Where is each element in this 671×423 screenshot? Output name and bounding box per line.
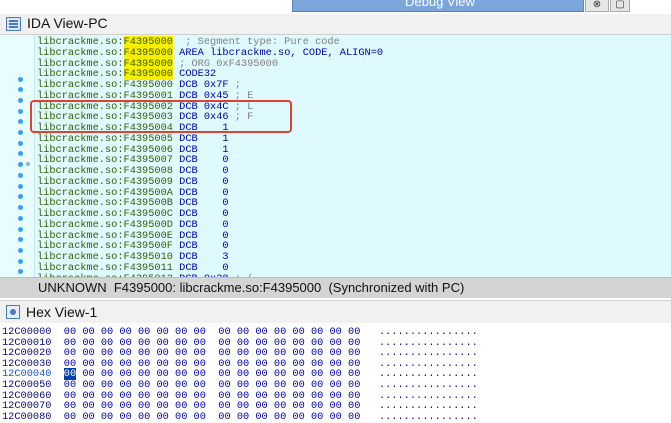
- breakpoint-dot-icon[interactable]: [18, 141, 23, 146]
- line-address: F4395000: [123, 46, 173, 59]
- breakpoint-dot-icon[interactable]: [18, 259, 23, 264]
- breakpoint-dot-icon[interactable]: [18, 184, 23, 189]
- status-text: UNKNOWN F4395000: libcrackme.so:F4395000…: [38, 280, 465, 295]
- breakpoint-dot-icon[interactable]: [18, 151, 23, 156]
- breakpoint-dot-icon[interactable]: [18, 216, 23, 221]
- close-icon[interactable]: ⊗: [585, 0, 609, 12]
- hex-window-icon: [6, 305, 20, 319]
- breakpoint-dot-icon[interactable]: [18, 227, 23, 232]
- breakpoint-dot-icon[interactable]: [18, 98, 23, 103]
- status-line: UNKNOWN F4395000: libcrackme.so:F4395000…: [0, 277, 671, 298]
- breakpoint-dot-icon[interactable]: [18, 248, 23, 253]
- breakpoint-dot-icon[interactable]: [18, 205, 23, 210]
- ida-view-title: IDA View-PC: [27, 15, 108, 31]
- breakpoint-dot-icon[interactable]: [18, 162, 23, 167]
- breakpoint-dot-icon[interactable]: [18, 109, 23, 114]
- arrow-gutter[interactable]: [0, 35, 35, 277]
- breakpoint-dot-icon[interactable]: [18, 130, 23, 135]
- breakpoint-dot-icon[interactable]: [18, 77, 23, 82]
- debug-view-tab[interactable]: Debug View: [292, 0, 584, 12]
- breakpoint-dot-icon[interactable]: [18, 87, 23, 92]
- disassembly-listing[interactable]: libcrackme.so:F4395000 ; Segment type: P…: [0, 35, 671, 284]
- code-lines[interactable]: libcrackme.so:F4395000 ; Segment type: P…: [37, 36, 383, 284]
- ida-view-header[interactable]: IDA View-PC: [0, 14, 671, 35]
- float-window-icon[interactable]: ▢: [610, 0, 630, 12]
- breakpoint-dot-icon[interactable]: [18, 269, 23, 274]
- disassembly-window-icon: [6, 17, 21, 31]
- breakpoint-dot-icon[interactable]: [18, 237, 23, 242]
- breakpoint-dot-icon[interactable]: [26, 162, 30, 166]
- annotation-box: [30, 100, 292, 133]
- breakpoint-dot-icon[interactable]: [18, 173, 23, 178]
- hex-dump[interactable]: 12C00000 00 00 00 00 00 00 00 00 00 00 0…: [0, 323, 671, 422]
- breakpoint-dot-icon[interactable]: [18, 194, 23, 199]
- hex-view-header[interactable]: Hex View-1: [0, 300, 671, 324]
- debug-view-title: Debug View: [405, 0, 475, 9]
- hex-view-title: Hex View-1: [26, 304, 98, 320]
- breakpoint-dot-icon[interactable]: [18, 119, 23, 124]
